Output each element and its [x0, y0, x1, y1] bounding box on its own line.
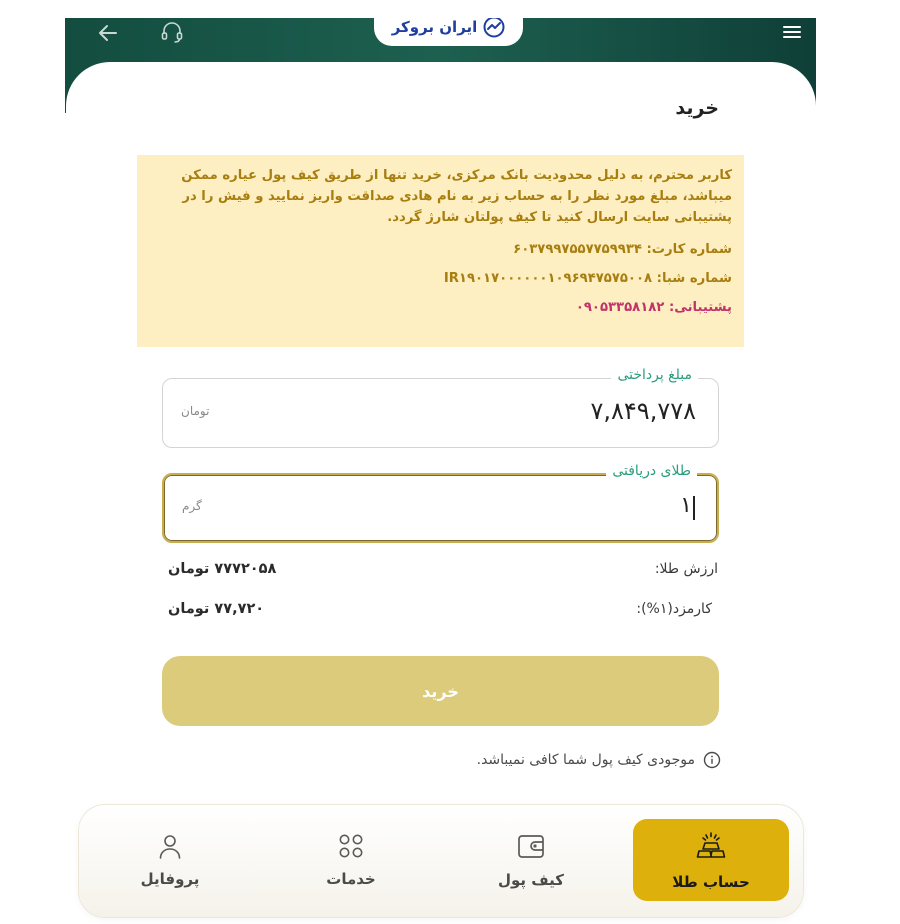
- text-cursor: [693, 496, 695, 520]
- arrow-left-icon: [99, 25, 117, 41]
- gold-amount-value[interactable]: ۱: [680, 493, 692, 518]
- payment-amount-value[interactable]: ۷,۸۴۹,۷۷۸: [591, 397, 697, 425]
- fee-label: کارمزد(۱%):: [636, 601, 712, 617]
- fee-amount: ۷۷,۷۲۰ تومان: [168, 601, 265, 617]
- page-title: خرید: [675, 97, 719, 119]
- menu-bar: [783, 26, 801, 28]
- support-phone[interactable]: پشتیبانی: ۰۹۰۵۳۳۵۸۱۸۲: [147, 300, 732, 315]
- nav-services[interactable]: خدمات: [273, 819, 429, 901]
- back-button[interactable]: [95, 20, 121, 46]
- gold-amount-label: طلای دریافتی: [606, 463, 697, 479]
- support-button[interactable]: [158, 18, 186, 46]
- wallet-icon: [518, 835, 544, 858]
- insufficient-balance-warning: موجودی کیف پول شما کافی نمیباشد.: [445, 749, 721, 771]
- nav-wallet[interactable]: کیف پول: [453, 819, 609, 901]
- gold-value-row: ارزش طلا: ۷۷۷۲۰۵۸ تومان: [168, 561, 718, 585]
- gold-amount-field[interactable]: طلای دریافتی ۱ گرم: [162, 463, 719, 543]
- nav-profile[interactable]: پروفایل: [92, 819, 248, 901]
- hamburger-menu-button[interactable]: [783, 22, 805, 42]
- menu-bar: [783, 31, 801, 33]
- bottom-navigation: حساب طلا کیف پول خدمات پروفایل: [79, 805, 803, 917]
- app-frame: ایران بروکر خرید کاربر محترم، به دلیل مح…: [65, 18, 816, 924]
- headset-icon: [161, 22, 183, 43]
- logo-chart-icon: [483, 18, 505, 38]
- info-circle-icon: [703, 751, 721, 769]
- payment-amount-label: مبلغ پرداختی: [611, 367, 698, 383]
- nav-label-wallet: کیف پول: [498, 871, 564, 889]
- grid-icon: [339, 834, 363, 858]
- nav-label-gold-account: حساب طلا: [672, 873, 750, 891]
- menu-bar: [783, 36, 801, 38]
- warning-text: موجودی کیف پول شما کافی نمیباشد.: [476, 752, 695, 768]
- payment-amount-unit: تومان: [181, 404, 210, 418]
- payment-amount-field[interactable]: مبلغ پرداختی ۷,۸۴۹,۷۷۸ تومان: [162, 367, 719, 448]
- user-icon: [159, 835, 181, 859]
- card-number: شماره کارت: ۶۰۳۷۹۹۷۵۵۷۷۵۹۹۳۴: [513, 242, 732, 257]
- logo[interactable]: ایران بروکر: [374, 18, 523, 46]
- nav-label-profile: پروفایل: [140, 870, 200, 888]
- fee-row: کارمزد(۱%): ۷۷,۷۲۰ تومان: [168, 601, 718, 625]
- gold-bars-icon: [696, 832, 726, 858]
- sheba-number: شماره شبا: IR۱۹۰۱۷۰۰۰۰۰۰۱۰۹۶۹۴۷۵۷۵۰۰۸: [443, 271, 732, 286]
- logo-text: ایران بروکر: [391, 18, 478, 36]
- notice-message: کاربر محترم، به دلیل محدودیت بانک مرکزی،…: [181, 168, 732, 225]
- gold-value-amount: ۷۷۷۲۰۵۸ تومان: [168, 561, 277, 577]
- nav-label-services: خدمات: [326, 870, 376, 888]
- nav-gold-account[interactable]: حساب طلا: [633, 819, 789, 901]
- buy-button[interactable]: خرید: [162, 656, 719, 726]
- gold-amount-unit: گرم: [182, 499, 202, 513]
- payment-notice: کاربر محترم، به دلیل محدودیت بانک مرکزی،…: [137, 155, 744, 347]
- gold-value-label: ارزش طلا:: [654, 561, 718, 577]
